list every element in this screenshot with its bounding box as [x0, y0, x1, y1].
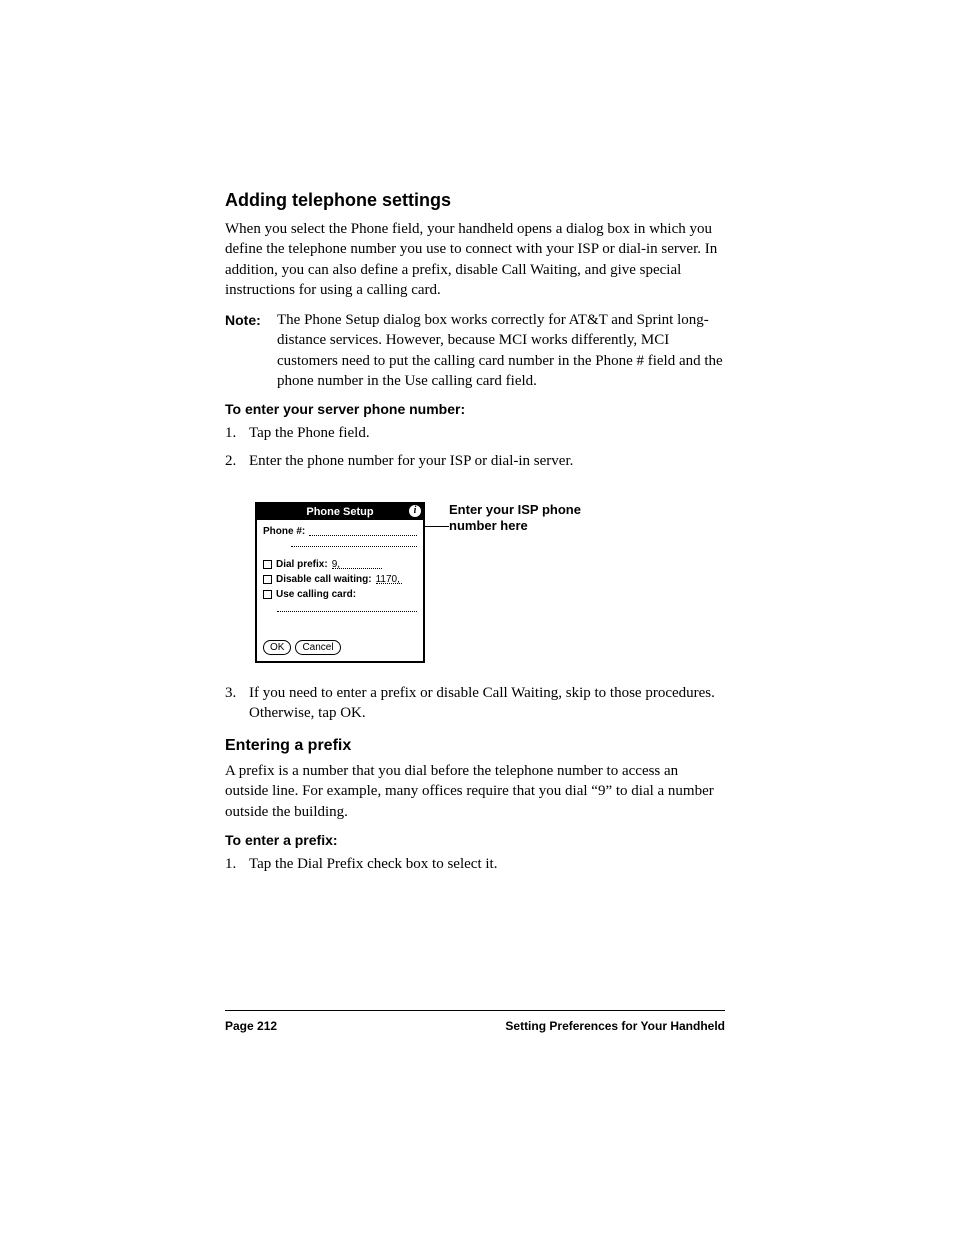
ok-button[interactable]: OK: [263, 640, 291, 655]
phone-number-input-line2[interactable]: [291, 539, 417, 547]
phone-number-row: Phone #:: [263, 526, 417, 537]
dialog-titlebar: Phone Setup i: [257, 504, 423, 520]
step-2: 2.Enter the phone number for your ISP or…: [225, 451, 725, 471]
dialog-title-text: Phone Setup: [306, 506, 373, 518]
chapter-title: Setting Preferences for Your Handheld: [505, 1019, 725, 1033]
heading-entering-prefix: Entering a prefix: [225, 737, 725, 755]
note-label: Note:: [225, 310, 277, 391]
dial-prefix-label: Dial prefix:: [276, 559, 328, 570]
page-number: Page 212: [225, 1019, 277, 1033]
use-calling-card-checkbox[interactable]: [263, 590, 272, 599]
procedure-heading-prefix: To enter a prefix:: [225, 832, 725, 848]
note-text: The Phone Setup dialog box works correct…: [277, 310, 725, 391]
prefix-intro: A prefix is a number that you dial befor…: [225, 761, 725, 822]
note-block: Note: The Phone Setup dialog box works c…: [225, 310, 725, 391]
figure-phone-setup: Phone Setup i Phone #: Dial prefix: 9,: [255, 502, 725, 663]
disable-call-waiting-input[interactable]: 1170,: [376, 574, 402, 584]
disable-call-waiting-checkbox[interactable]: [263, 575, 272, 584]
intro-paragraph: When you select the Phone field, your ha…: [225, 219, 725, 300]
dial-prefix-input[interactable]: 9,: [332, 559, 382, 569]
steps-list-2: 1.Tap the Dial Prefix check box to selec…: [225, 854, 725, 874]
phone-number-input[interactable]: [309, 526, 417, 536]
prefix-step-1: 1.Tap the Dial Prefix check box to selec…: [225, 854, 725, 874]
disable-call-waiting-row: Disable call waiting: 1170,: [263, 574, 417, 585]
phone-setup-dialog: Phone Setup i Phone #: Dial prefix: 9,: [255, 502, 425, 663]
use-calling-card-row: Use calling card:: [263, 589, 417, 600]
cancel-button[interactable]: Cancel: [295, 640, 340, 655]
dial-prefix-row: Dial prefix: 9,: [263, 559, 417, 570]
dialog-button-row: OK Cancel: [257, 636, 423, 661]
disable-call-waiting-label: Disable call waiting:: [276, 574, 372, 585]
dialog-body: Phone #: Dial prefix: 9, Disable call wa…: [257, 520, 423, 636]
dial-prefix-checkbox[interactable]: [263, 560, 272, 569]
step-3: 3.If you need to enter a prefix or disab…: [225, 683, 725, 724]
use-calling-card-label: Use calling card:: [276, 589, 356, 600]
steps-list-1: 1.Tap the Phone field. 2.Enter the phone…: [225, 423, 725, 472]
heading-adding-telephone: Adding telephone settings: [225, 190, 725, 211]
steps-list-1b: 3.If you need to enter a prefix or disab…: [225, 683, 725, 724]
phone-number-label: Phone #:: [263, 526, 305, 537]
procedure-heading-server-phone: To enter your server phone number:: [225, 401, 725, 417]
step-1: 1.Tap the Phone field.: [225, 423, 725, 443]
page-content: Adding telephone settings When you selec…: [225, 190, 725, 882]
calling-card-input[interactable]: [277, 604, 417, 612]
callout-text: Enter your ISP phone number here: [449, 502, 609, 536]
callout-leader-line: [425, 526, 449, 527]
info-icon[interactable]: i: [409, 505, 421, 517]
page-footer: Page 212 Setting Preferences for Your Ha…: [225, 1010, 725, 1033]
